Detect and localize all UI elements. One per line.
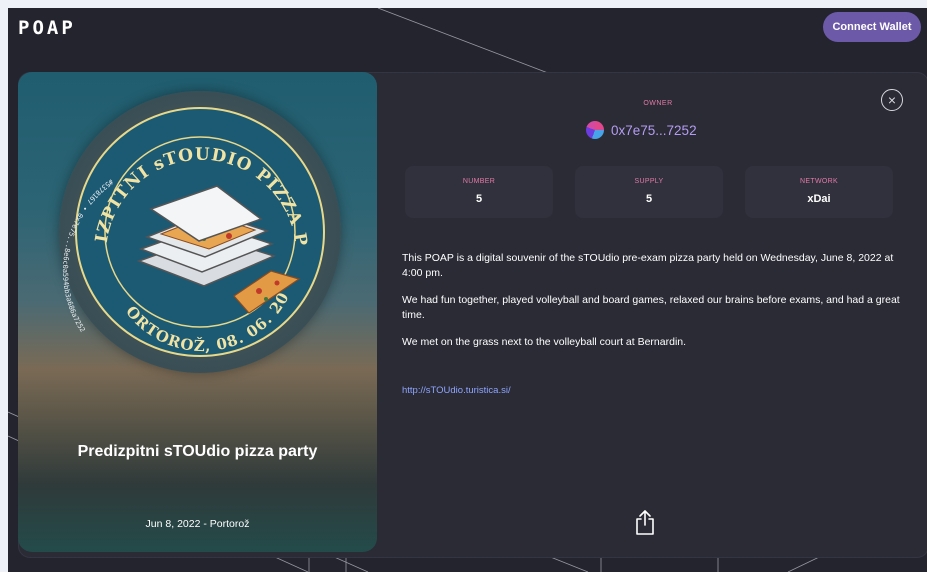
owner-label: OWNER: [643, 100, 673, 107]
stat-network: NETWORK xDai: [745, 166, 893, 218]
share-icon[interactable]: [633, 508, 657, 536]
event-date-location: Jun 8, 2022 - Portorož: [145, 518, 250, 530]
close-icon[interactable]: ×: [881, 89, 903, 111]
event-description: This POAP is a digital souvenir of the s…: [402, 251, 912, 362]
owner-row: 0x7e75...7252: [586, 120, 697, 140]
stat-value: xDai: [807, 193, 831, 205]
event-website-link[interactable]: http://sTOUdio.turistica.si/: [402, 385, 511, 396]
description-paragraph: We met on the grass next to the volleyba…: [402, 336, 687, 348]
stat-label: SUPPLY: [634, 178, 664, 185]
event-title: Predizpitni sTOUdio pizza party: [77, 443, 318, 460]
owner-avatar-icon: [586, 121, 604, 139]
stat-label: NUMBER: [462, 178, 496, 185]
poap-card: PREDIZPITNI sTOUDIO PIZZA PARTY PORTOROŽ…: [18, 72, 377, 552]
connect-wallet-button[interactable]: Connect Wallet: [823, 12, 921, 42]
stat-value: 5: [475, 193, 483, 205]
stat-value: 5: [645, 193, 653, 205]
poap-logo[interactable]: POAP: [18, 17, 76, 39]
app-frame: POAP Connect Wallet PREDIZPITNI sTOUDIO …: [8, 8, 927, 572]
poap-badge-image: PREDIZPITNI sTOUDIO PIZZA PARTY PORTOROŽ…: [59, 91, 341, 373]
stat-label: NETWORK: [800, 178, 838, 185]
description-paragraph: We had fun together, played volleyball a…: [402, 294, 900, 321]
stat-number: NUMBER 5: [405, 166, 553, 218]
share-icon-glyph: [636, 510, 654, 535]
description-paragraph: This POAP is a digital souvenir of the s…: [402, 252, 894, 279]
badge-artwork: PREDIZPITNI sTOUDIO PIZZA PARTY PORTOROŽ…: [59, 91, 325, 357]
owner-address-link[interactable]: 0x7e75...7252: [611, 123, 697, 138]
stat-supply: SUPPLY 5: [575, 166, 723, 218]
